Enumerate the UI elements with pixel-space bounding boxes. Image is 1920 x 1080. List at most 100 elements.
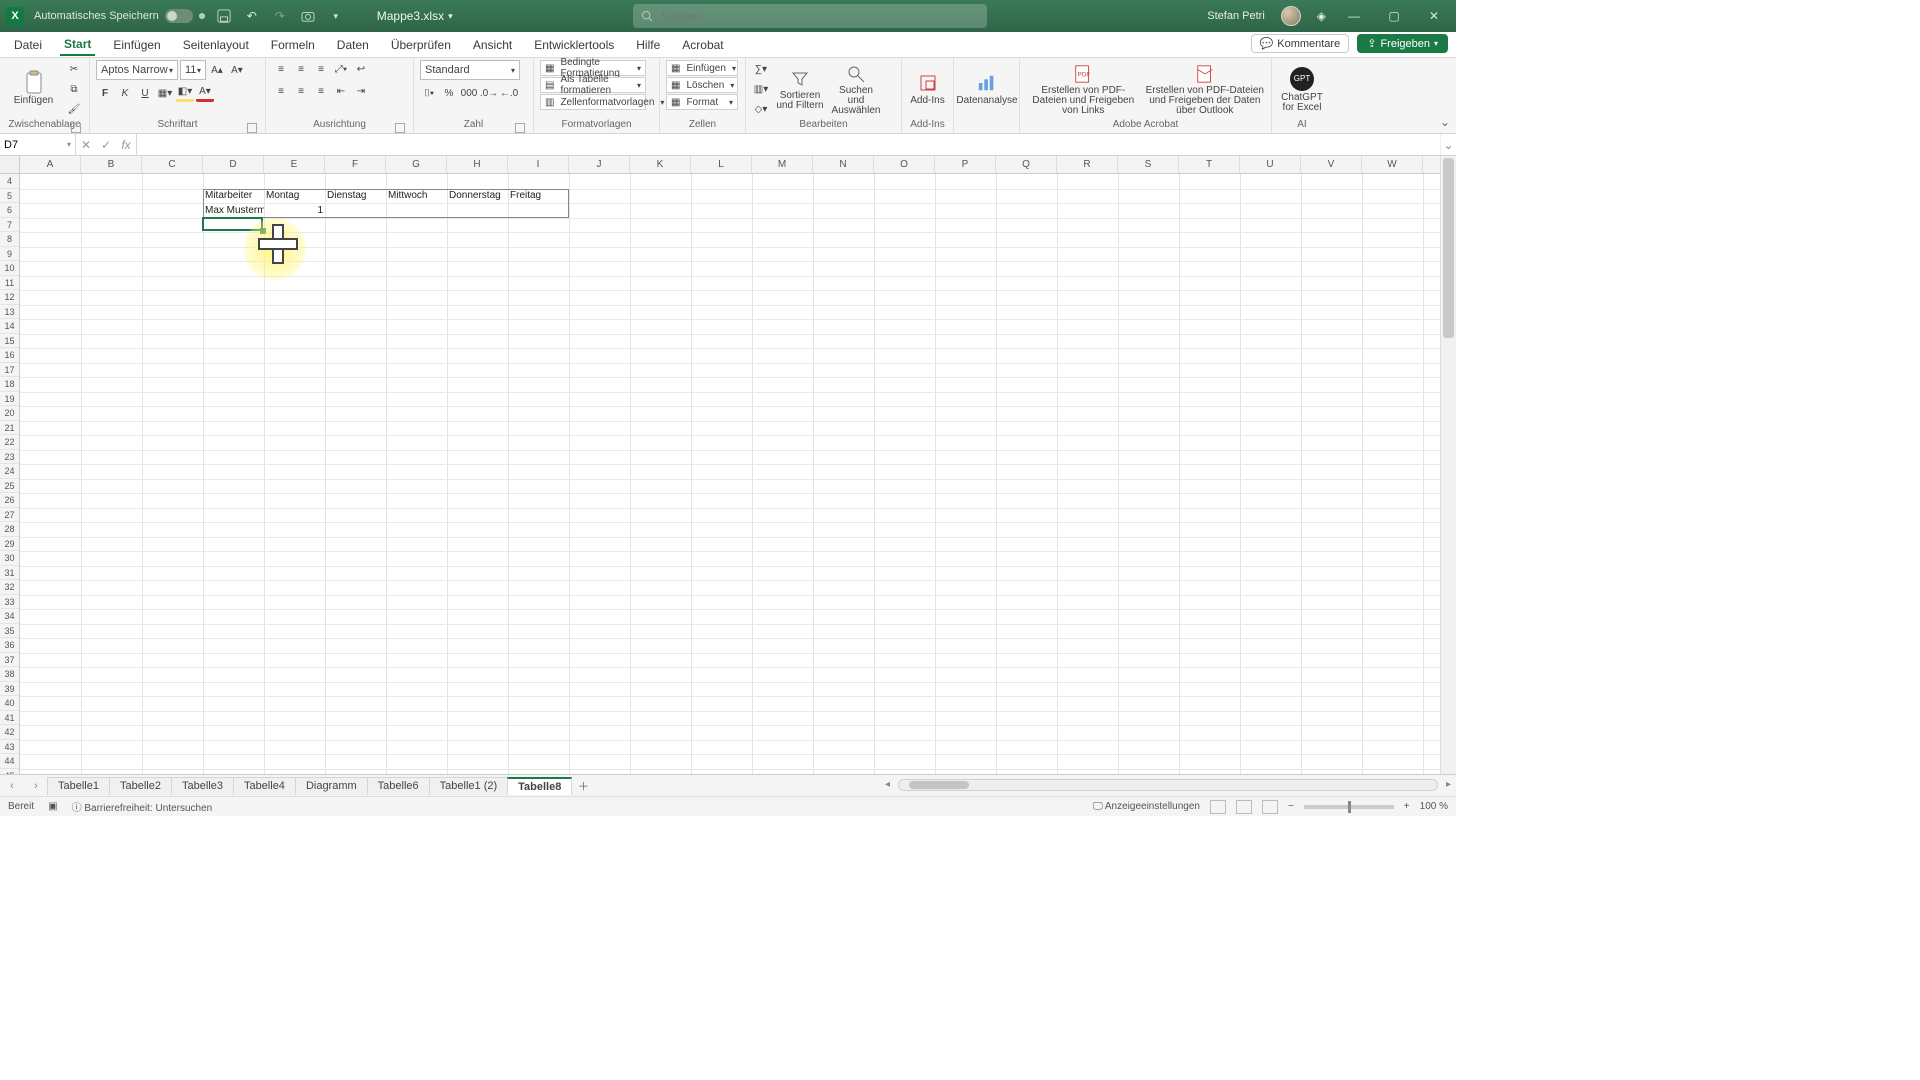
tab-formeln[interactable]: Formeln (267, 35, 319, 55)
chatgpt-button[interactable]: GPT ChatGPT for Excel (1278, 67, 1326, 113)
copy-icon[interactable]: ⧉ (65, 81, 83, 99)
row-header[interactable]: 4 (0, 174, 19, 189)
dec-decimal-icon[interactable]: ←.0 (500, 84, 518, 102)
row-header[interactable]: 34 (0, 609, 19, 624)
vertical-scrollbar[interactable] (1440, 156, 1456, 774)
save-icon[interactable] (215, 7, 233, 25)
sheet-tab[interactable]: Diagramm (295, 777, 368, 795)
cut-icon[interactable]: ✂ (65, 61, 83, 79)
col-header[interactable]: T (1179, 156, 1240, 173)
redo-icon[interactable]: ↷ (271, 7, 289, 25)
row-header[interactable]: 7 (0, 218, 19, 233)
sheet-tab[interactable]: Tabelle1 (47, 777, 110, 795)
horizontal-scrollbar[interactable]: ◂ ▸ (898, 779, 1438, 791)
zoom-in-icon[interactable]: + (1404, 801, 1410, 812)
clear-icon[interactable]: ◇▾ (752, 101, 770, 119)
number-format-combo[interactable]: Standard▾ (420, 60, 520, 80)
col-header[interactable]: Q (996, 156, 1057, 173)
name-box[interactable]: D7 ▾ (0, 134, 76, 155)
col-header[interactable]: V (1301, 156, 1362, 173)
sheet-nav-next-icon[interactable]: › (34, 780, 38, 792)
row-header[interactable]: 41 (0, 711, 19, 726)
row-header[interactable]: 40 (0, 696, 19, 711)
comments-button[interactable]: 💬 Kommentare (1251, 34, 1350, 53)
scrollbar-thumb[interactable] (909, 781, 969, 789)
sheet-tab[interactable]: Tabelle3 (171, 777, 234, 795)
share-button[interactable]: ⇪ Freigeben ▾ (1357, 34, 1448, 53)
sheet-tab[interactable]: Tabelle1 (2) (429, 777, 508, 795)
row-header[interactable]: 18 (0, 377, 19, 392)
row-header[interactable]: 32 (0, 580, 19, 595)
tab-ueberpruefen[interactable]: Überprüfen (387, 35, 455, 55)
dialog-launcher-icon[interactable] (395, 123, 405, 133)
col-header[interactable]: O (874, 156, 935, 173)
align-left-icon[interactable]: ≡ (272, 82, 290, 100)
diamond-icon[interactable]: ◈ (1317, 9, 1326, 23)
zoom-out-icon[interactable]: − (1288, 801, 1294, 812)
col-header[interactable]: M (752, 156, 813, 173)
format-as-table-button[interactable]: ▤Als Tabelle formatieren▾ (540, 77, 646, 93)
chevron-down-icon[interactable]: ▾ (67, 140, 71, 149)
find-select-button[interactable]: Suchen und Auswählen (830, 64, 882, 116)
pdf-links-button[interactable]: PDF Erstellen von PDF-Dateien und Freige… (1026, 64, 1141, 116)
font-name-combo[interactable]: Aptos Narrow▾ (96, 60, 178, 80)
col-header[interactable]: B (81, 156, 142, 173)
shrink-font-icon[interactable]: A▾ (228, 61, 246, 79)
dialog-launcher-icon[interactable] (247, 123, 257, 133)
row-header[interactable]: 29 (0, 537, 19, 552)
addins-button[interactable]: Add-Ins (908, 73, 947, 106)
font-color-icon[interactable]: A▾ (196, 84, 214, 102)
col-header[interactable]: C (142, 156, 203, 173)
row-header[interactable]: 27 (0, 508, 19, 523)
sheet-tab[interactable]: Tabelle8 (507, 777, 572, 795)
wrap-text-icon[interactable]: ↩ (352, 60, 370, 78)
toggle-off-icon[interactable] (165, 9, 193, 23)
row-header[interactable]: 14 (0, 319, 19, 334)
search-box[interactable] (633, 4, 987, 28)
align-middle-icon[interactable]: ≡ (292, 60, 310, 78)
col-header[interactable]: F (325, 156, 386, 173)
paste-button[interactable]: Einfügen (6, 73, 61, 106)
row-header[interactable]: 11 (0, 276, 19, 291)
col-header[interactable]: S (1118, 156, 1179, 173)
macro-record-icon[interactable]: ▣ (48, 801, 57, 812)
col-header[interactable]: L (691, 156, 752, 173)
row-header[interactable]: 28 (0, 522, 19, 537)
filename[interactable]: Mappe3.xlsx ▾ (377, 9, 453, 23)
row-header[interactable]: 31 (0, 566, 19, 581)
tab-datei[interactable]: Datei (10, 35, 46, 55)
user-name[interactable]: Stefan Petri (1207, 10, 1264, 22)
add-sheet-button[interactable]: ＋ (572, 778, 594, 794)
row-header[interactable]: 37 (0, 653, 19, 668)
orientation-icon[interactable]: ⤢▾ (332, 60, 350, 78)
col-header[interactable]: H (447, 156, 508, 173)
view-pagelayout-icon[interactable] (1236, 800, 1252, 814)
accept-formula-icon[interactable]: ✓ (96, 138, 116, 152)
minimize-icon[interactable]: — (1342, 9, 1366, 23)
autosum-icon[interactable]: ∑▾ (752, 61, 770, 79)
data-analysis-button[interactable]: Datenanalyse (960, 73, 1014, 106)
row-header[interactable]: 36 (0, 638, 19, 653)
indent-decrease-icon[interactable]: ⇤ (332, 82, 350, 100)
collapse-ribbon-icon[interactable]: ⌄ (1440, 115, 1450, 129)
insert-cells-button[interactable]: ▦Einfügen▾ (666, 60, 738, 76)
row-header[interactable]: 6 (0, 203, 19, 218)
borders-icon[interactable]: ▦▾ (156, 84, 174, 102)
row-header[interactable]: 43 (0, 740, 19, 755)
col-header[interactable]: W (1362, 156, 1423, 173)
row-header[interactable]: 12 (0, 290, 19, 305)
format-cells-button[interactable]: ▦Format▾ (666, 94, 738, 110)
underline-icon[interactable]: U (136, 84, 154, 102)
row-header[interactable]: 39 (0, 682, 19, 697)
row-header[interactable]: 9 (0, 247, 19, 262)
col-header[interactable]: D (203, 156, 264, 173)
sheet-tab[interactable]: Tabelle6 (367, 777, 430, 795)
row-header[interactable]: 15 (0, 334, 19, 349)
sort-filter-button[interactable]: Sortieren und Filtern (774, 69, 826, 111)
comma-icon[interactable]: 000 (460, 84, 478, 102)
tab-acrobat[interactable]: Acrobat (678, 35, 727, 55)
undo-icon[interactable]: ↶ (243, 7, 261, 25)
row-header[interactable]: 30 (0, 551, 19, 566)
currency-icon[interactable]: ⌷▾ (420, 84, 438, 102)
inc-decimal-icon[interactable]: .0→ (480, 84, 498, 102)
